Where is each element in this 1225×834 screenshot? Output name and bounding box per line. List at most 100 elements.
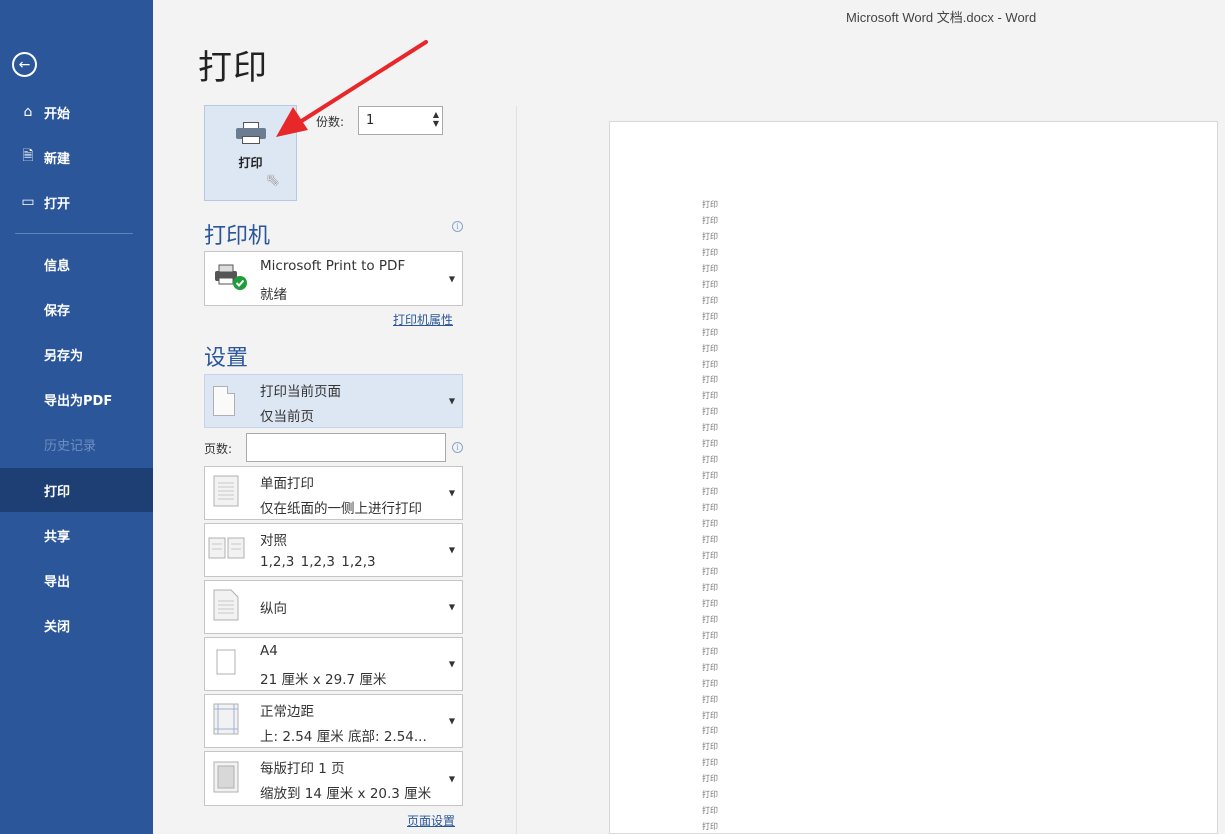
sidebar-item-info[interactable]: 信息 (0, 243, 153, 285)
margins-select[interactable]: 正常边距 上: 2.54 厘米 底部: 2.54... ▼ (204, 694, 463, 748)
chevron-down-icon: ▼ (448, 396, 455, 406)
sidebar-item-save[interactable]: 保存 (0, 288, 153, 330)
settings-section-title: 设置 (204, 346, 249, 371)
preview-line: 打印 (702, 215, 718, 225)
pages-input[interactable] (246, 433, 446, 462)
print-preview-page[interactable]: 打印 打印 打印 打印 打印 打印 打印 打印 打印 打印 打印 打印 打印 打印 打印 打印 打印 打印 打印 打印… (609, 121, 1218, 834)
preview-line: 打印 (702, 407, 718, 417)
preview-line: 打印 (702, 742, 718, 752)
sidebar-divider (15, 233, 133, 234)
pages-per-sheet-title: 每版打印 1 页 (260, 761, 345, 777)
preview-line: 打印 (702, 694, 718, 704)
paper-size-title: A4 (260, 643, 278, 659)
preview-line: 打印 (702, 630, 718, 640)
preview-line: 打印 (702, 439, 718, 449)
info-icon[interactable]: i (452, 221, 463, 232)
preview-line: 打印 (702, 231, 718, 241)
folder-open-icon: ▭ (21, 194, 35, 210)
backstage-sidebar: ← ⌂ 开始 🗎 新建 ▭ 打开 信息 保存 另存为 导出为PDF 历史记录 打… (0, 0, 153, 834)
collate-icon (208, 536, 246, 564)
preview-line: 打印 (702, 550, 718, 560)
print-range-select[interactable]: 打印当前页面 仅当前页 ▼ (204, 374, 463, 428)
preview-line: 打印 (702, 598, 718, 608)
preview-line: 打印 (702, 391, 718, 401)
spin-arrows-icon[interactable]: ▲ ▼ (433, 110, 439, 128)
panel-divider (516, 106, 517, 834)
pages-per-sheet-subtitle: 缩放到 14 厘米 x 20.3 厘米 (260, 786, 432, 802)
paper-size-select[interactable]: A4 21 厘米 x 29.7 厘米 ▼ (204, 637, 463, 691)
pages-per-sheet-select[interactable]: 每版打印 1 页 缩放到 14 厘米 x 20.3 厘米 ▼ (204, 751, 463, 806)
new-document-icon: 🗎 (22, 148, 34, 164)
printer-section-title: 打印机 (204, 224, 271, 249)
print-range-title: 打印当前页面 (260, 384, 341, 400)
printer-name: Microsoft Print to PDF (260, 258, 406, 274)
sidebar-item-new[interactable]: 🗎 新建 (0, 136, 153, 178)
chevron-down-icon: ▼ (448, 716, 455, 726)
collate-title: 对照 (260, 533, 287, 549)
copies-label: 份数: (316, 115, 345, 129)
preview-line: 打印 (702, 774, 718, 784)
page-icon (213, 386, 235, 416)
info-icon[interactable]: i (452, 442, 463, 453)
preview-line: 打印 (702, 200, 718, 209)
preview-line: 打印 (702, 790, 718, 800)
sidebar-item-export[interactable]: 导出 (0, 559, 153, 601)
preview-line: 打印 (702, 503, 718, 513)
orientation-select[interactable]: 纵向 ▼ (204, 580, 463, 634)
printer-select[interactable]: Microsoft Print to PDF 就绪 ▼ (204, 251, 463, 306)
sidebar-item-save-as[interactable]: 另存为 (0, 333, 153, 375)
paper-size-subtitle: 21 厘米 x 29.7 厘米 (260, 672, 387, 688)
preview-line: 打印 (702, 375, 718, 385)
sidebar-item-close[interactable]: 关闭 (0, 604, 153, 646)
back-arrow-icon[interactable]: ← (12, 52, 37, 77)
preview-text-lines: 打印 打印 打印 打印 打印 打印 打印 打印 打印 打印 打印 打印 打印 打印 打印 打印 打印 打印 打印 打印… (702, 197, 718, 834)
preview-line: 打印 (702, 359, 718, 369)
margins-icon (213, 703, 239, 739)
preview-line: 打印 (702, 247, 718, 257)
paper-size-icon (213, 646, 239, 682)
margins-title: 正常边距 (260, 704, 314, 720)
preview-line: 打印 (702, 311, 718, 321)
printer-properties-link[interactable]: 打印机属性 (393, 311, 453, 328)
margins-subtitle: 上: 2.54 厘米 底部: 2.54... (260, 729, 427, 745)
collate-select[interactable]: 对照 1,2,3 1,2,3 1,2,3 ▼ (204, 523, 463, 577)
sidebar-item-print[interactable]: 打印 (0, 468, 153, 512)
printer-status: 就绪 (260, 287, 287, 303)
preview-line: 打印 (702, 822, 718, 832)
preview-line: 打印 (702, 423, 718, 433)
sidebar-item-export-pdf[interactable]: 导出为PDF (0, 378, 153, 420)
single-sided-icon (213, 475, 239, 511)
portrait-icon (213, 589, 239, 625)
print-button[interactable]: 打印 (204, 105, 297, 201)
preview-line: 打印 (702, 343, 718, 353)
printer-icon (235, 122, 266, 144)
sidebar-item-history: 历史记录 (44, 438, 97, 454)
preview-line: 打印 (702, 519, 718, 529)
pages-label: 页数: (204, 442, 233, 456)
chevron-down-icon: ▼ (448, 602, 455, 612)
preview-line: 打印 (702, 487, 718, 497)
collate-subtitle: 1,2,3 1,2,3 1,2,3 (260, 554, 376, 570)
chevron-down-icon: ▼ (448, 659, 455, 669)
preview-line: 打印 (702, 327, 718, 337)
page-setup-link[interactable]: 页面设置 (407, 812, 455, 829)
preview-line: 打印 (702, 678, 718, 688)
print-range-subtitle: 仅当前页 (260, 409, 314, 425)
printer-ready-icon (213, 263, 249, 295)
copies-stepper[interactable]: 1 ▲ ▼ (358, 106, 443, 135)
preview-line: 打印 (702, 646, 718, 656)
sidebar-item-home[interactable]: ⌂ 开始 (0, 91, 153, 133)
page-title: 打印 (198, 48, 268, 88)
preview-line: 打印 (702, 582, 718, 592)
mouse-cursor-icon: ⬁ (266, 170, 280, 189)
print-sides-title: 单面打印 (260, 476, 314, 492)
preview-line: 打印 (702, 726, 718, 736)
preview-line: 打印 (702, 263, 718, 273)
home-icon: ⌂ (23, 104, 33, 120)
sidebar-item-share[interactable]: 共享 (0, 514, 153, 556)
chevron-down-icon: ▼ (448, 488, 455, 498)
sidebar-item-open[interactable]: ▭ 打开 (0, 181, 153, 223)
chevron-down-icon: ▼ (448, 545, 455, 555)
chevron-down-icon: ▼ (448, 774, 455, 783)
print-sides-select[interactable]: 单面打印 仅在纸面的一侧上进行打印 ▼ (204, 466, 463, 520)
